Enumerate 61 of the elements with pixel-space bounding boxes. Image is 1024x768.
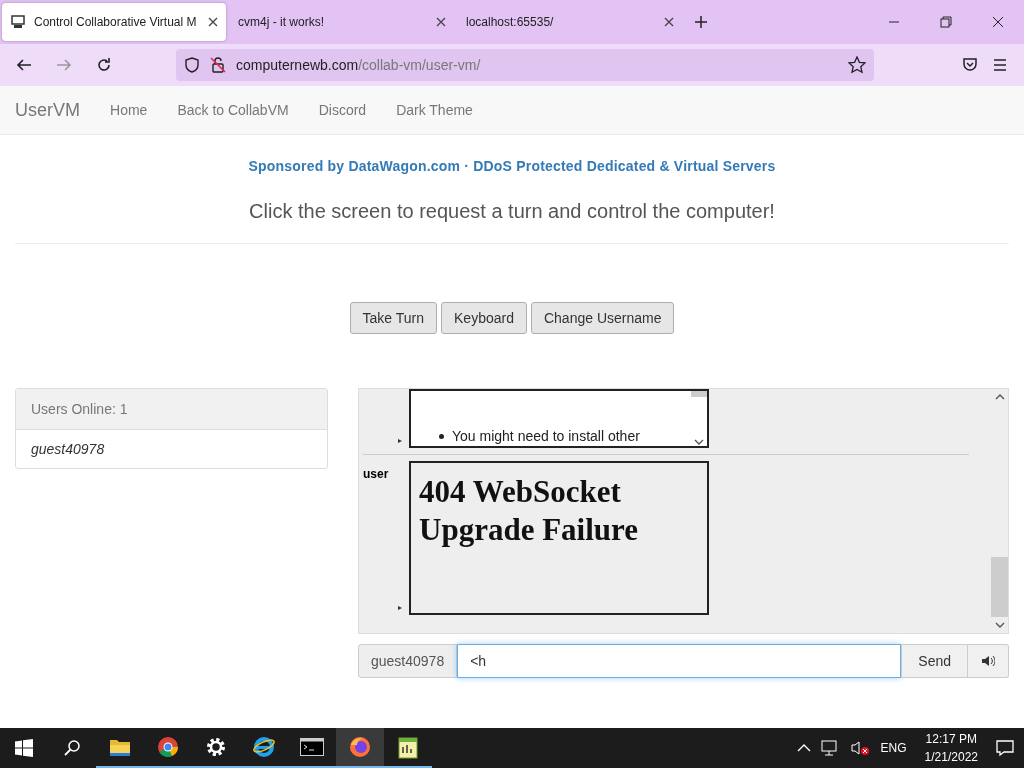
folder-icon <box>109 737 131 757</box>
notification-icon[interactable] <box>996 739 1014 757</box>
gear-icon <box>205 736 227 758</box>
nav-link[interactable]: Discord <box>318 102 367 118</box>
scroll-up-icon[interactable] <box>994 393 1005 401</box>
list-item: You might need to install other <box>452 428 640 444</box>
scroll-thumb[interactable] <box>991 557 1008 617</box>
sponsor-link[interactable]: Sponsored by DataWagon.com · DDoS Protected Dedicated & Virtual Servers <box>0 158 1024 174</box>
star-icon[interactable] <box>848 56 866 74</box>
users-heading: Users Online: 1 <box>16 389 327 430</box>
close-icon[interactable] <box>664 17 674 27</box>
close-icon[interactable] <box>992 16 1004 28</box>
chrome-icon <box>157 736 179 758</box>
windows-icon[interactable] <box>15 739 33 757</box>
send-button[interactable]: Send <box>901 644 968 678</box>
nav-link[interactable]: Back to CollabVM <box>177 102 289 118</box>
notepad-icon <box>397 735 419 759</box>
chevron-up-icon[interactable] <box>796 743 811 753</box>
user-name: guest40978 <box>30 440 106 459</box>
chat-input[interactable]: <h <box>457 644 902 678</box>
pocket-icon[interactable] <box>962 57 978 73</box>
menu-icon[interactable] <box>992 57 1008 73</box>
clock[interactable]: 12:17 PM 1/21/2022 <box>924 730 978 766</box>
close-icon[interactable] <box>208 17 218 27</box>
action-button[interactable]: Change Username <box>530 302 675 334</box>
scroll-down-icon[interactable] <box>694 438 704 446</box>
address-bar[interactable]: computernewb.com/collab-vm/user-vm/ <box>176 49 874 81</box>
action-button[interactable]: Keyboard <box>441 302 527 334</box>
browser-tab[interactable]: Control Collaborative Virtual M <box>2 3 226 41</box>
bullet-icon <box>439 433 444 439</box>
chat-username: user <box>363 467 389 481</box>
scrollbar[interactable] <box>691 391 707 446</box>
firefox-icon <box>348 735 372 759</box>
new-tab-icon[interactable] <box>694 15 708 29</box>
volume-button[interactable] <box>968 644 1009 678</box>
brand-link[interactable]: UserVM <box>15 99 80 121</box>
browser-e-icon <box>252 736 276 758</box>
error-heading: 404 WebSocket Upgrade Failure <box>419 473 639 549</box>
triangle-icon <box>397 438 403 444</box>
action-button[interactable]: Take Turn <box>349 302 437 334</box>
triangle-icon <box>397 605 403 611</box>
back-icon[interactable] <box>16 57 32 73</box>
speaker-icon <box>981 655 995 667</box>
shield-icon <box>184 57 200 73</box>
scroll-thumb[interactable] <box>691 391 707 397</box>
nav-link[interactable]: Home <box>110 102 148 118</box>
browser-tab[interactable]: cvm4j - it works! <box>230 3 454 41</box>
close-icon[interactable] <box>436 17 446 27</box>
lock-icon <box>210 57 226 73</box>
terminal-icon <box>300 738 324 756</box>
language-indicator[interactable]: ENG <box>880 741 907 755</box>
restore-icon[interactable] <box>940 16 952 28</box>
scroll-down-icon[interactable] <box>994 621 1005 629</box>
computer-icon <box>10 14 26 30</box>
nav-link[interactable]: Dark Theme <box>396 102 473 118</box>
instruction-text: Click the screen to request a turn and control the computer! <box>248 200 776 223</box>
reload-icon[interactable] <box>96 57 112 73</box>
muted-speaker-icon[interactable] <box>850 740 871 756</box>
username-label: guest40978 <box>358 644 458 678</box>
browser-tab[interactable]: localhost:65535/ <box>458 3 682 41</box>
search-icon[interactable] <box>63 739 81 757</box>
